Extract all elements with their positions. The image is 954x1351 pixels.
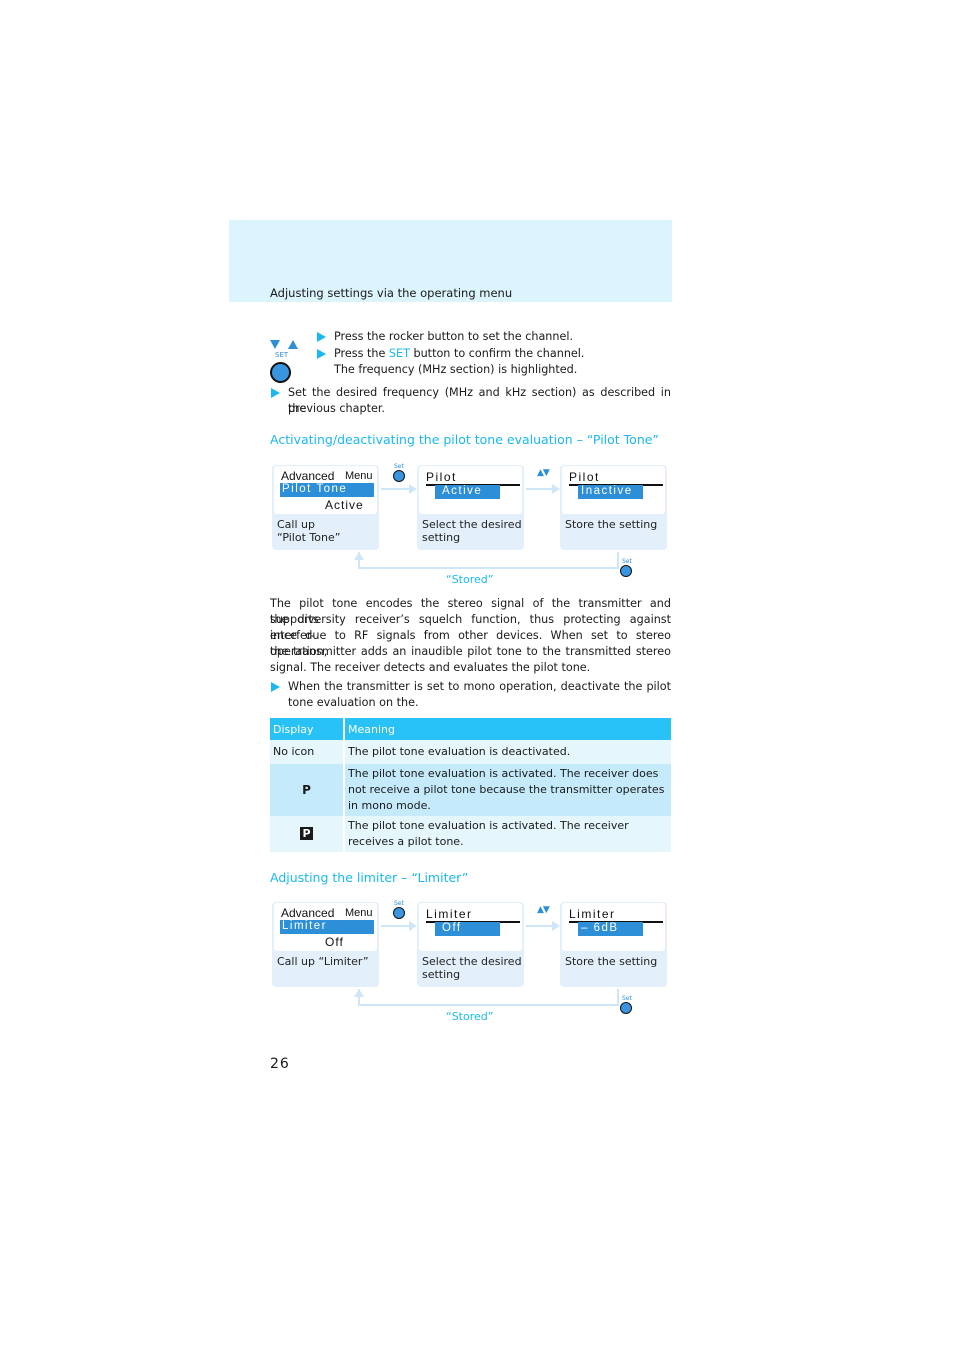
stored-loop-line [358, 989, 619, 1006]
step-caption: Select the desired setting [422, 518, 522, 544]
set-label: SET [275, 351, 289, 359]
step-text: Press the SET button to confirm the chan… [334, 346, 584, 362]
set-keyword: SET [388, 347, 410, 360]
result-text: The frequency (MHz section) is highlight… [334, 363, 578, 376]
caption-line: “Pilot Tone” [277, 531, 341, 544]
caption-line: setting [422, 968, 461, 981]
step-text-part: Press the [334, 347, 389, 360]
flow-step-store: Limiter – 6dB Store the setting [560, 902, 667, 987]
header-band: Adjusting settings via the operating men… [229, 220, 672, 302]
set-button-icon [620, 565, 632, 577]
paragraph-line: signal. The receiver detects and evaluat… [270, 661, 591, 674]
instruction-text: tone evaluation on the. [288, 696, 419, 709]
set-button-icon [393, 907, 405, 919]
meaning-cell: The pilot tone evaluation is activated. … [344, 816, 671, 852]
table-row: P The pilot tone evaluation is activated… [270, 816, 671, 852]
loop-arrow-up-icon [354, 552, 364, 560]
display-screen: Advanced Menu Pilot Tone Active [274, 466, 377, 514]
flow-arrow [526, 484, 560, 494]
section-header-title: Adjusting settings via the operating men… [270, 286, 513, 300]
flow-step-call-up: Advanced Menu Limiter Off Call up “Limit… [272, 902, 379, 987]
screen-title: Limiter [569, 907, 616, 921]
display-cell: P [270, 764, 345, 816]
paragraph-line: the transmitter adds an inaudible pilot … [270, 645, 671, 658]
table-row: P The pilot tone evaluation is activated… [270, 764, 671, 816]
flow-arrow [381, 484, 417, 494]
bullet-arrow-icon [271, 388, 280, 398]
stored-loop-line [358, 552, 619, 569]
display-screen: Limiter – 6dB [562, 903, 665, 951]
flow-step-select: Limiter Off Select the desired setting [417, 902, 524, 987]
display-screen: Pilot Active [419, 466, 522, 514]
flow-step-call-up: Advanced Menu Pilot Tone Active Call up “… [272, 465, 379, 550]
selected-value: – 6dB [578, 922, 643, 936]
instruction-text: When the transmitter is set to mono oper… [288, 680, 671, 693]
table-header-row: Display Meaning [270, 718, 671, 740]
display-cell: No icon [270, 740, 345, 764]
stored-label: “Stored” [446, 1010, 494, 1023]
menu-word: Menu [345, 470, 373, 482]
set-label: Set [622, 558, 632, 565]
step-text-part: button to confirm the channel. [409, 347, 585, 360]
display-cell: P [270, 816, 345, 852]
display-screen: Advanced Menu Limiter Off [274, 903, 377, 951]
caption-line: setting [422, 531, 461, 544]
pilot-icon-outline: P [302, 782, 311, 797]
menu-word: Menu [345, 907, 373, 919]
step-text: Press the rocker button to set the chann… [334, 330, 574, 343]
flow-arrow [381, 921, 417, 931]
rocker-up-down-icon: ▲▼ [537, 468, 550, 478]
caption-line: Select the desired [422, 518, 522, 531]
menu-value: Active [325, 498, 364, 512]
step-caption: Store the setting [565, 518, 658, 531]
flow-step-store: Pilot Inactive Store the setting [560, 465, 667, 550]
set-button-icon [393, 470, 405, 482]
rocker-up-down-icon: ▲▼ [537, 905, 550, 915]
menu-value: Off [325, 935, 344, 949]
step-caption: Call up “Limiter” [277, 955, 369, 968]
menu-title: Advanced [281, 469, 335, 483]
screen-title: Limiter [426, 907, 473, 921]
set-label: Set [394, 463, 404, 470]
instruction-text: previous chapter. [288, 402, 385, 415]
bullet-arrow-icon [317, 332, 326, 342]
pilot-tone-heading: Activating/deactivating the pilot tone e… [270, 432, 659, 447]
screen-title: Pilot [569, 470, 600, 484]
screen-title: Pilot [426, 470, 457, 484]
display-screen: Pilot Inactive [562, 466, 665, 514]
display-screen: Limiter Off [419, 903, 522, 951]
flow-step-select: Pilot Active Select the desired setting [417, 465, 524, 550]
pilot-tone-display-table: Display Meaning No icon The pilot tone e… [270, 718, 671, 852]
pilot-icon-filled: P [300, 827, 313, 840]
rocker-up-icon [288, 340, 299, 349]
step-caption: Call up “Pilot Tone” [277, 518, 340, 544]
limiter-heading: Adjusting the limiter – “Limiter” [270, 870, 469, 885]
table-row: No icon The pilot tone evaluation is dea… [270, 740, 671, 764]
set-button-icon [270, 362, 291, 383]
column-header-display: Display [270, 718, 345, 740]
caption-line: Select the desired [422, 955, 522, 968]
set-button-icon [620, 1002, 632, 1014]
set-label: Set [394, 900, 404, 907]
step-caption: Select the desired setting [422, 955, 522, 981]
selected-menu-item: Pilot Tone [280, 483, 374, 497]
bullet-arrow-icon [317, 349, 326, 359]
step-caption: Store the setting [565, 955, 658, 968]
set-label: Set [622, 995, 632, 1002]
column-header-meaning: Meaning [344, 718, 671, 740]
selected-value: Inactive [578, 485, 643, 499]
caption-line: Call up [277, 518, 315, 531]
selected-menu-item: Limiter [280, 920, 374, 934]
page-number: 26 [270, 1056, 290, 1072]
menu-title: Advanced [281, 906, 335, 920]
meaning-cell: The pilot tone evaluation is activated. … [344, 764, 671, 816]
rocker-down-icon [270, 340, 280, 349]
flow-arrow [526, 921, 560, 931]
bullet-arrow-icon [271, 682, 280, 692]
meaning-cell: The pilot tone evaluation is deactivated… [344, 740, 671, 764]
loop-arrow-up-icon [354, 989, 364, 997]
selected-value: Off [435, 922, 500, 936]
selected-value: Active [435, 485, 500, 499]
stored-label: “Stored” [446, 573, 494, 586]
